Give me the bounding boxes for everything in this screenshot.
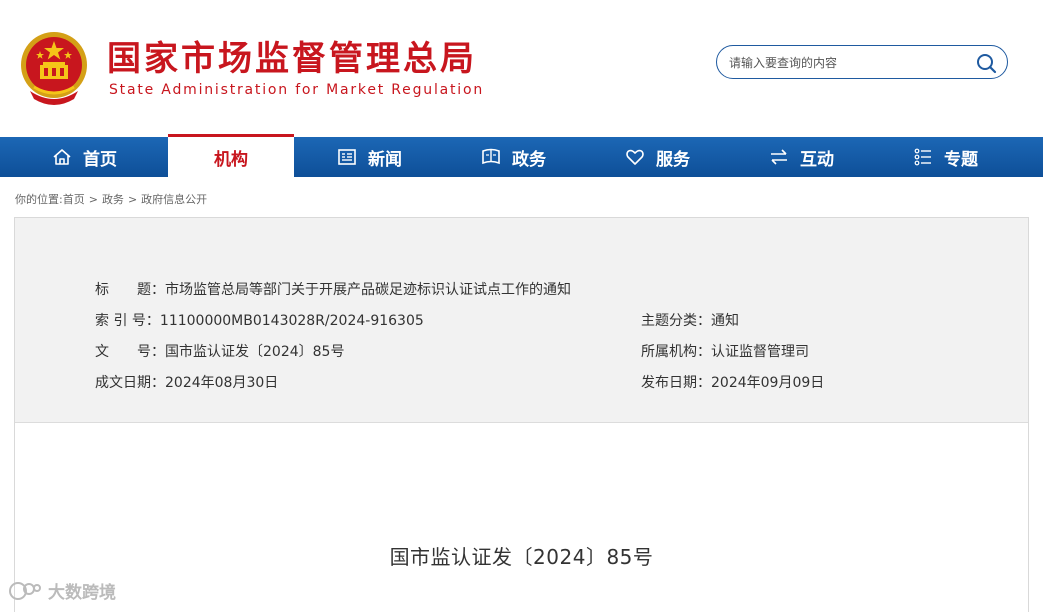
breadcrumb-prefix: 你的位置: <box>15 193 63 206</box>
meta-published-value: 2024年09月09日 <box>711 375 825 391</box>
document-content: 标 题：市场监管总局等部门关于开展产品碳足迹标识认证试点工作的通知 索 引 号：… <box>14 217 1029 612</box>
nav-item-label: 专题 <box>944 149 978 170</box>
nav-item-organization[interactable]: 机构 <box>168 134 294 177</box>
nav-item-label: 首页 <box>83 149 117 170</box>
breadcrumb-item-government-affairs[interactable]: 政务 <box>102 193 124 206</box>
meta-published-row: 发布日期：2024年09月09日 <box>641 373 824 393</box>
meta-label: 所属机构： <box>641 344 711 360</box>
watermark-logo-icon <box>9 581 41 600</box>
meta-label: 标 题： <box>95 282 165 298</box>
nav-item-government-affairs[interactable]: 政务 <box>450 137 576 177</box>
meta-category-value: 通知 <box>711 313 739 329</box>
exchange-arrows-icon <box>771 149 787 165</box>
meta-label: 文 号： <box>95 344 165 360</box>
nav-item-services[interactable]: 服务 <box>594 137 720 177</box>
government-affairs-icon <box>482 148 500 165</box>
document-meta-panel: 标 题：市场监管总局等部门关于开展产品碳足迹标识认证试点工作的通知 索 引 号：… <box>15 218 1028 423</box>
nav-item-label: 互动 <box>800 149 834 170</box>
search-icon[interactable] <box>975 52 997 74</box>
meta-category-row: 主题分类：通知 <box>641 311 739 331</box>
breadcrumb-separator: > <box>127 193 138 206</box>
meta-created-row: 成文日期：2024年08月30日 <box>95 373 278 393</box>
watermark: 大数跨境 <box>8 578 116 603</box>
heart-icon <box>626 149 644 165</box>
meta-label: 索 引 号： <box>95 313 160 329</box>
news-icon <box>338 149 356 165</box>
breadcrumb-item-info-disclosure[interactable]: 政府信息公开 <box>141 193 207 206</box>
breadcrumb: 你的位置:首页 > 政务 > 政府信息公开 <box>15 191 207 207</box>
nav-item-label: 服务 <box>656 149 690 170</box>
meta-doc-no-value: 国市监认证发〔2024〕85号 <box>165 344 345 360</box>
site-title: 国家市场监督管理总局 <box>107 39 477 79</box>
nav-item-news[interactable]: 新闻 <box>306 137 432 177</box>
meta-title-row: 标 题：市场监管总局等部门关于开展产品碳足迹标识认证试点工作的通知 <box>95 280 571 300</box>
site-header: 国家市场监督管理总局 State Administration for Mark… <box>0 0 1043 137</box>
topic-list-icon <box>914 148 931 166</box>
site-subtitle: State Administration for Market Regulati… <box>109 82 485 98</box>
nav-item-label: 机构 <box>214 149 248 170</box>
nav-item-home[interactable]: 首页 <box>0 137 168 177</box>
meta-index-row: 索 引 号：11100000MB0143028R/2024-916305 <box>95 311 424 331</box>
meta-title-value: 市场监管总局等部门关于开展产品碳足迹标识认证试点工作的通知 <box>165 282 571 298</box>
nav-item-label: 新闻 <box>368 149 402 170</box>
national-emblem-icon <box>21 32 87 105</box>
search-input[interactable] <box>729 53 969 73</box>
home-icon <box>53 149 71 165</box>
nav-item-interaction[interactable]: 互动 <box>738 137 864 177</box>
meta-label: 发布日期： <box>641 375 711 391</box>
meta-doc-no-row: 文 号：国市监认证发〔2024〕85号 <box>95 342 344 362</box>
search-box <box>716 45 1008 79</box>
nav-item-label: 政务 <box>512 149 546 170</box>
meta-agency-value: 认证监督管理司 <box>711 344 809 360</box>
meta-label: 主题分类： <box>641 313 711 329</box>
breadcrumb-separator: > <box>88 193 98 206</box>
meta-index-value: 11100000MB0143028R/2024-916305 <box>159 313 424 329</box>
breadcrumb-item-home[interactable]: 首页 <box>63 193 85 206</box>
watermark-text: 大数跨境 <box>48 583 116 603</box>
document-number-heading: 国市监认证发〔2024〕85号 <box>389 545 654 569</box>
main-nav: 首页 机构 新闻 政务 服务 互动 专题 <box>0 134 1043 177</box>
meta-label: 成文日期： <box>95 375 165 391</box>
nav-item-topics[interactable]: 专题 <box>882 137 1008 177</box>
meta-created-value: 2024年08月30日 <box>165 375 279 391</box>
meta-agency-row: 所属机构：认证监督管理司 <box>641 342 809 362</box>
